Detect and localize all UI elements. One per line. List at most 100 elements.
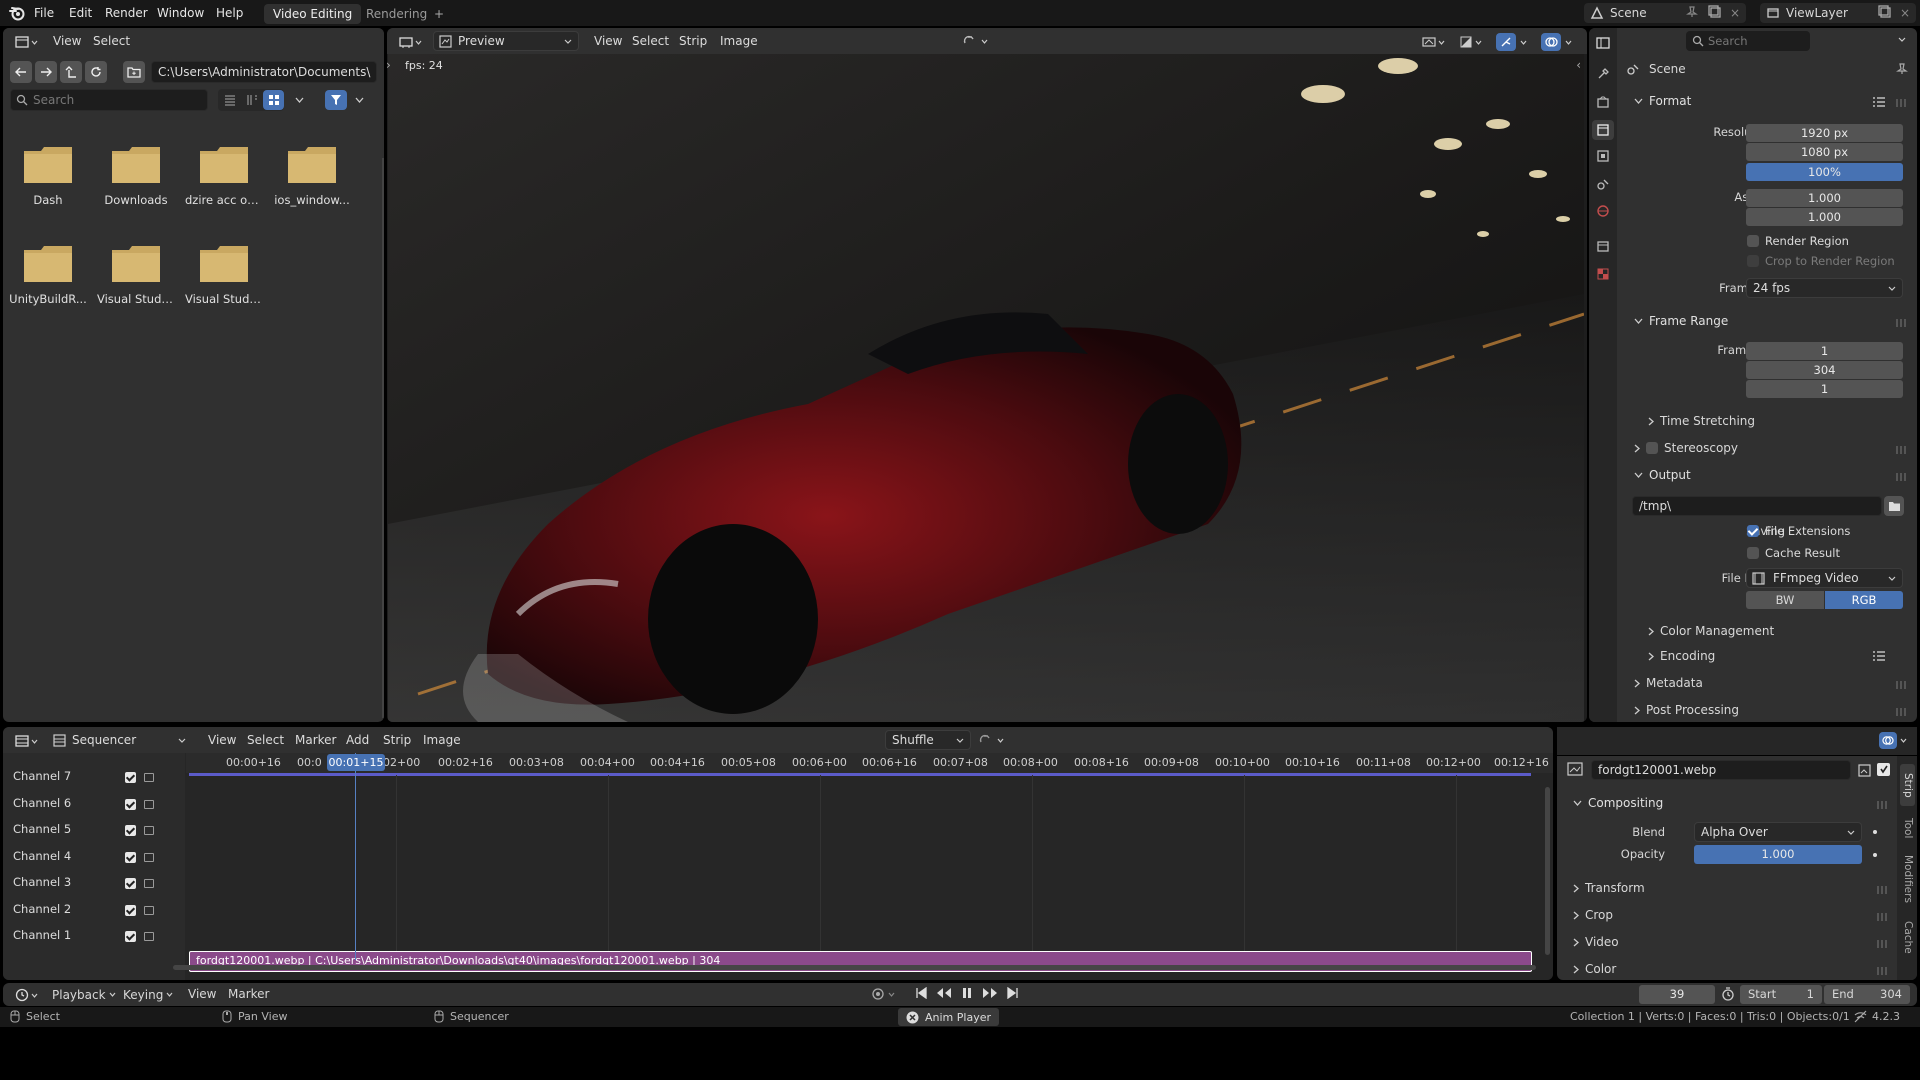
render-tab-icon[interactable] <box>1593 92 1613 112</box>
gizmo-toggle-button[interactable] <box>1496 33 1516 51</box>
horizontal-scrollbar[interactable] <box>173 965 1536 970</box>
panel-drag-grip[interactable] <box>1896 681 1906 689</box>
color-bw-button[interactable]: BW <box>1746 591 1824 609</box>
presets-icon[interactable] <box>1872 96 1886 108</box>
new-folder-button[interactable] <box>123 61 145 83</box>
panel-metadata-header[interactable]: Metadata <box>1634 676 1703 690</box>
panel-drag-grip[interactable] <box>1896 99 1906 107</box>
cache-result-checkbox[interactable]: Cache Result <box>1747 546 1840 560</box>
jump-start-icon[interactable] <box>915 987 927 999</box>
panel-drag-grip[interactable] <box>1877 886 1887 894</box>
view-layer-tab-icon[interactable] <box>1593 146 1613 166</box>
strip-image-icon[interactable] <box>1854 760 1874 780</box>
menu-file[interactable]: File <box>34 0 54 26</box>
panel-drag-grip[interactable] <box>1877 940 1887 948</box>
panel-post-processing-header[interactable]: Post Processing <box>1634 703 1739 717</box>
duplicate-layer-icon[interactable] <box>1878 5 1892 19</box>
back-button[interactable] <box>10 61 32 83</box>
menu-help[interactable]: Help <box>216 0 243 26</box>
file-format-dropdown[interactable]: FFmpeg Video <box>1746 568 1903 588</box>
collection-tab-icon[interactable] <box>1593 236 1613 256</box>
folder-item[interactable]: UnityBuildR... <box>9 244 87 306</box>
panel-compositing-header[interactable]: Compositing <box>1573 796 1663 810</box>
seq-menu-image[interactable]: Image <box>423 727 461 753</box>
timeline-body[interactable]: 00:00+16 00:0 02+00 00:02+16 00:03+08 00… <box>173 753 1553 980</box>
keyframe-dot-icon[interactable] <box>1873 830 1877 834</box>
preview-menu-strip[interactable]: Strip <box>679 28 707 54</box>
duplicate-scene-icon[interactable] <box>1708 5 1722 19</box>
frame-start-field[interactable]: 1 <box>1746 342 1903 360</box>
seq-menu-view[interactable]: View <box>208 727 236 753</box>
playhead-time-label[interactable]: 00:01+15 <box>327 754 385 771</box>
sidebar-expand-icon[interactable]: ‹ <box>1576 58 1581 72</box>
end-frame-field[interactable]: End 304 <box>1824 985 1910 1004</box>
folder-item[interactable]: ios_window... <box>273 145 351 207</box>
scene-tab-icon[interactable] <box>1593 174 1613 194</box>
tab-video-editing[interactable]: Video Editing <box>264 4 362 24</box>
vertical-list-icon[interactable] <box>219 90 240 110</box>
panel-stereoscopy-header[interactable]: Stereoscopy <box>1634 441 1738 455</box>
start-frame-field[interactable]: Start 1 <box>1740 985 1822 1004</box>
menu-select[interactable]: Select <box>93 28 130 54</box>
aspect-y-field[interactable]: 1.000 <box>1746 208 1903 226</box>
panel-transform-header[interactable]: Transform <box>1573 881 1645 895</box>
tab-tool[interactable]: Tool <box>1900 812 1915 844</box>
add-workspace-button[interactable]: + <box>425 4 453 24</box>
panel-encoding-header[interactable]: Encoding <box>1648 649 1715 663</box>
stereoscopy-checkbox[interactable] <box>1646 442 1658 454</box>
strip-name-field[interactable]: fordgt120001.webp <box>1591 760 1851 780</box>
anim-player-job[interactable]: Anim Player <box>898 1008 999 1026</box>
tab-modifiers[interactable]: Modifiers <box>1900 850 1915 908</box>
filter-icon[interactable] <box>325 90 347 110</box>
view-type-dropdown[interactable]: Preview <box>433 31 579 51</box>
color-rgb-button[interactable]: RGB <box>1825 591 1903 609</box>
overlay-toggle-icon[interactable] <box>1879 732 1897 749</box>
seq-snapping-toggle[interactable] <box>978 733 1004 747</box>
vertical-scrollbar[interactable] <box>1545 787 1550 955</box>
panel-drag-grip[interactable] <box>1896 708 1906 716</box>
blend-mode-dropdown[interactable]: Alpha Over <box>1694 822 1862 842</box>
channel-mute-checkbox[interactable] <box>125 825 136 836</box>
seq-menu-strip[interactable]: Strip <box>383 727 411 753</box>
seq-menu-marker[interactable]: Marker <box>295 727 336 753</box>
render-region-checkbox[interactable]: Render Region <box>1747 234 1849 248</box>
resolution-x-field[interactable]: 1920 px <box>1746 124 1903 142</box>
sequencer-view-type-dropdown[interactable]: Sequencer <box>47 730 193 750</box>
sort-chevron-icon[interactable] <box>291 90 307 110</box>
proxy-button[interactable] <box>1459 35 1482 49</box>
folder-item[interactable]: dzire acc og... <box>185 145 263 207</box>
editor-type-button[interactable] <box>11 32 41 52</box>
folder-item[interactable]: Visual Studi... <box>185 244 263 306</box>
close-layer-icon[interactable]: × <box>1900 6 1910 20</box>
time-ruler[interactable]: 00:00+16 00:0 02+00 00:02+16 00:03+08 00… <box>186 753 1553 773</box>
frame-rate-dropdown[interactable]: 24 fps <box>1746 278 1903 298</box>
channel-mute-checkbox[interactable] <box>125 852 136 863</box>
file-browser-scrollbar[interactable] <box>382 158 384 718</box>
panel-drag-grip[interactable] <box>1896 319 1906 327</box>
menu-edit[interactable]: Edit <box>69 0 92 26</box>
display-channels-button[interactable] <box>1422 35 1445 49</box>
channel-lock-icon[interactable] <box>144 853 154 862</box>
timeline-editor-type-button[interactable] <box>11 985 41 1005</box>
menu-view[interactable]: View <box>188 983 216 1006</box>
texture-tab-icon[interactable] <box>1593 264 1613 284</box>
panel-drag-grip[interactable] <box>1877 913 1887 921</box>
panel-output-header[interactable]: Output <box>1634 468 1691 482</box>
snapping-toggle[interactable] <box>962 34 988 48</box>
pin-icon[interactable] <box>1896 63 1908 75</box>
keyframe-dot-icon[interactable] <box>1873 853 1877 857</box>
menu-window[interactable]: Window <box>157 0 204 26</box>
parent-directory-button[interactable] <box>60 61 82 83</box>
frame-end-field[interactable]: 304 <box>1746 361 1903 379</box>
jump-end-icon[interactable] <box>1007 987 1019 999</box>
seq-menu-select[interactable]: Select <box>247 727 284 753</box>
gizmo-options[interactable] <box>1520 40 1527 45</box>
panel-drag-grip[interactable] <box>1896 446 1906 454</box>
panel-drag-grip[interactable] <box>1877 801 1887 809</box>
pin-icon[interactable] <box>1686 6 1698 18</box>
file-extensions-checkbox[interactable]: File Extensions <box>1747 524 1850 538</box>
overlay-toggle-button[interactable] <box>1541 33 1561 51</box>
aspect-x-field[interactable]: 1.000 <box>1746 189 1903 207</box>
channel-mute-checkbox[interactable] <box>125 772 136 783</box>
toolbar-expand-icon[interactable]: › <box>387 58 391 72</box>
